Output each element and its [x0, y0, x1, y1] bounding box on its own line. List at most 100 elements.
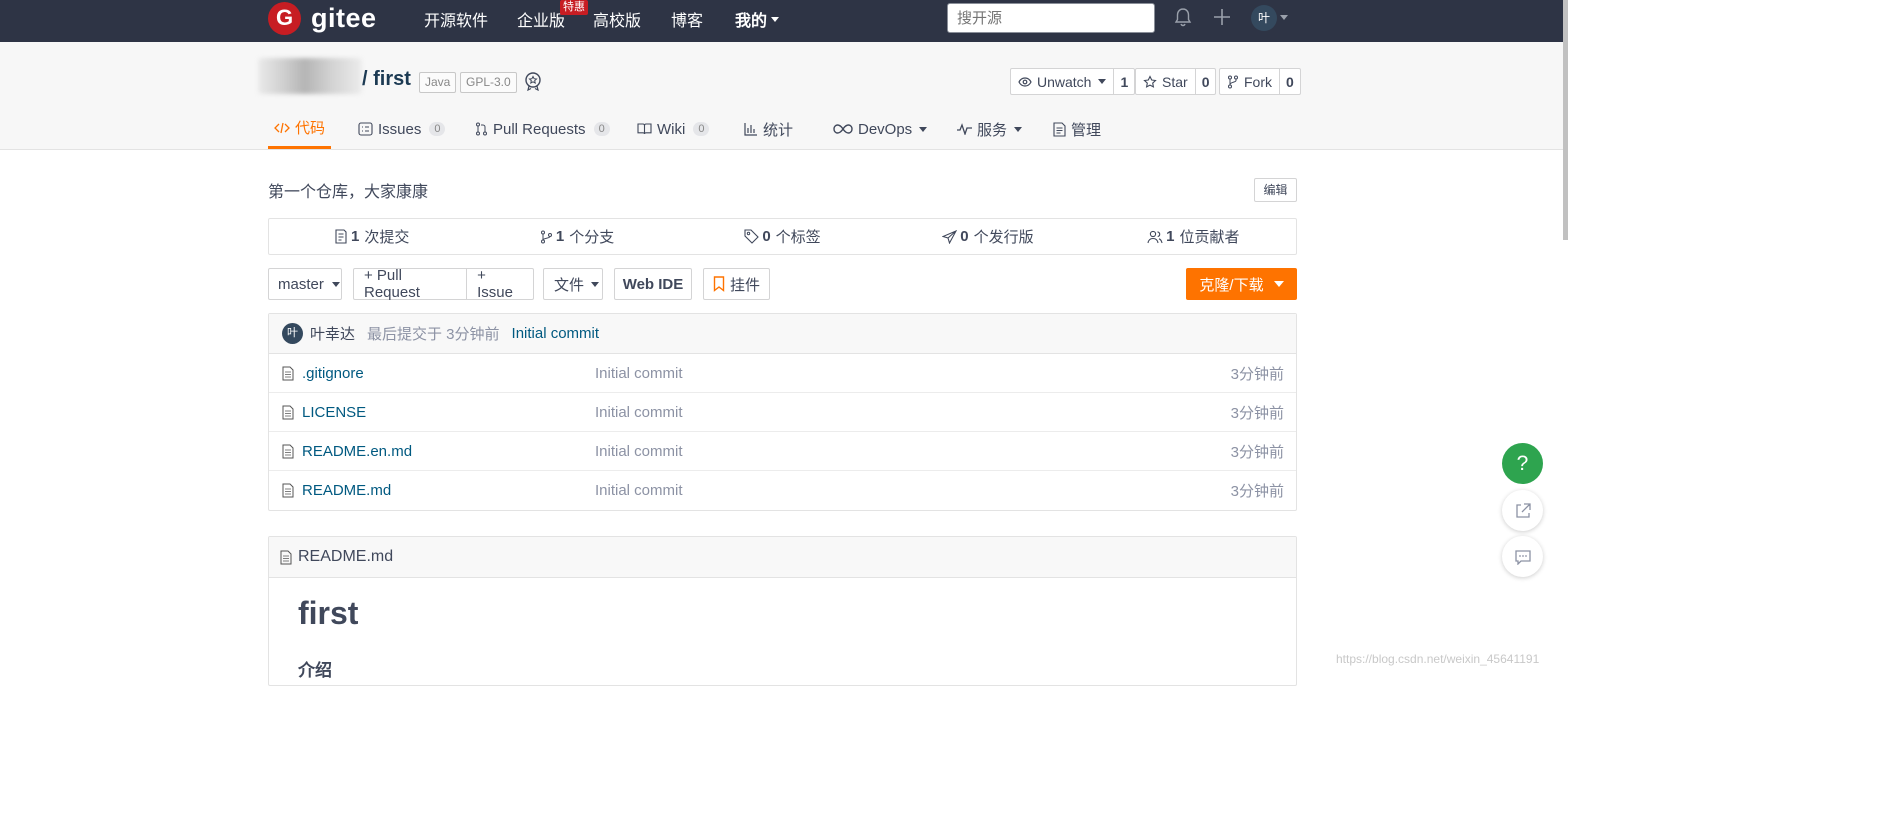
readme-header: README.md	[269, 537, 1296, 578]
share-button[interactable]	[1502, 490, 1543, 531]
file-row[interactable]: README.md Initial commit 3分钟前	[269, 471, 1296, 510]
tab-label: 代码	[295, 120, 326, 137]
chat-icon	[1514, 549, 1531, 565]
star-button-group: Star 0	[1135, 68, 1217, 95]
nav-blog[interactable]: 博客	[671, 0, 703, 38]
file-commit-message[interactable]: Initial commit	[595, 443, 683, 460]
send-icon	[942, 229, 958, 244]
chevron-down-icon	[919, 126, 928, 132]
clone-download-button[interactable]: 克隆/下载	[1186, 268, 1297, 300]
repo-name[interactable]: / first	[362, 68, 411, 91]
file-commit-message[interactable]: Initial commit	[595, 482, 683, 499]
search-input[interactable]	[947, 3, 1155, 33]
file-commit-message[interactable]: Initial commit	[595, 365, 683, 382]
file-name[interactable]: LICENSE	[302, 404, 366, 421]
fork-count[interactable]: 0	[1280, 69, 1300, 94]
widget-label: 挂件	[729, 276, 760, 294]
gitee-logo[interactable]: G gitee	[268, 0, 377, 36]
chevron-down-icon	[1098, 79, 1107, 84]
tab-pull-requests[interactable]: Pull Requests 0	[475, 109, 610, 149]
tags-count: 0	[762, 228, 771, 245]
star-count[interactable]: 0	[1196, 69, 1216, 94]
watch-count[interactable]: 1	[1114, 69, 1134, 94]
edit-description-button[interactable]: 编辑	[1254, 178, 1297, 202]
user-avatar[interactable]: 叶	[1251, 5, 1277, 31]
repo-description: 第一个仓库，大家康康	[268, 184, 429, 201]
fork-icon	[1228, 75, 1238, 88]
bell-icon[interactable]	[1172, 6, 1194, 28]
new-issue-button[interactable]: + Issue	[467, 267, 533, 301]
branch-select[interactable]: master	[268, 268, 342, 300]
fork-button-group: Fork 0	[1219, 68, 1301, 95]
contributors-stat[interactable]: 1 位贡献者	[1091, 219, 1296, 254]
file-commit-message[interactable]: Initial commit	[595, 404, 683, 421]
commit-author-avatar[interactable]: 叶	[282, 323, 303, 344]
fork-button[interactable]: Fork	[1220, 69, 1280, 94]
nav-label: 博客	[671, 13, 704, 30]
file-list: 叶 叶幸达 最后提交于 3分钟前 Initial commit .gitigno…	[268, 313, 1297, 511]
tab-issues[interactable]: Issues 0	[358, 109, 446, 149]
branches-count: 1	[555, 228, 565, 245]
top-navbar: G gitee 开源软件 企业版 特惠 高校版 博客 我的 叶	[0, 0, 1568, 42]
tab-label: 管理	[1071, 121, 1102, 139]
file-icon	[282, 444, 294, 459]
chevron-down-icon	[1014, 126, 1023, 132]
file-row[interactable]: README.en.md Initial commit 3分钟前	[269, 432, 1296, 471]
branches-stat[interactable]: 1 个分支	[474, 219, 679, 254]
nav-university[interactable]: 高校版	[593, 0, 641, 38]
commit-author[interactable]: 叶幸达	[310, 323, 355, 344]
unwatch-button[interactable]: Unwatch	[1011, 69, 1115, 94]
tab-services[interactable]: 服务	[957, 109, 1023, 149]
file-name[interactable]: .gitignore	[302, 365, 364, 382]
language-tag[interactable]: Java	[419, 72, 457, 93]
nav-label: 高校版	[593, 13, 642, 30]
feedback-button[interactable]	[1502, 536, 1543, 577]
tags-stat[interactable]: 0 个标签	[680, 219, 885, 254]
tag-icon	[744, 229, 760, 244]
new-pull-request-button[interactable]: + Pull Request	[354, 267, 468, 301]
readme-section-heading: 介绍	[298, 661, 332, 680]
nav-open-source[interactable]: 开源软件	[424, 0, 488, 38]
file-name[interactable]: README.en.md	[302, 443, 412, 460]
nav-mine[interactable]: 我的	[735, 0, 780, 38]
releases-stat[interactable]: 0 个发行版	[885, 219, 1090, 254]
file-row[interactable]: LICENSE Initial commit 3分钟前	[269, 393, 1296, 432]
tab-label: Wiki	[657, 120, 686, 138]
gitee-logo-mark: G	[268, 1, 301, 35]
web-ide-button[interactable]: Web IDE	[614, 268, 692, 300]
nav-enterprise[interactable]: 企业版	[517, 0, 565, 38]
commit-message[interactable]: Initial commit	[512, 325, 600, 342]
chevron-down-icon[interactable]	[1280, 15, 1288, 20]
files-dropdown[interactable]: 文件	[543, 268, 603, 300]
file-icon	[282, 366, 294, 381]
chevron-down-icon	[771, 16, 780, 22]
page-scrollbar[interactable]	[1563, 0, 1568, 240]
tab-label: Issues	[378, 120, 422, 138]
issues-count: 0	[429, 122, 446, 136]
branch-label: master	[278, 275, 324, 293]
file-icon	[282, 405, 294, 420]
star-button[interactable]: Star	[1136, 69, 1196, 94]
tab-manage[interactable]: 管理	[1053, 109, 1101, 149]
issues-icon	[358, 122, 373, 136]
tab-label: Pull Requests	[493, 120, 586, 138]
file-row[interactable]: .gitignore Initial commit 3分钟前	[269, 354, 1296, 393]
commits-stat[interactable]: 1 次提交	[269, 219, 474, 254]
tab-label: DevOps	[858, 120, 913, 138]
widget-button[interactable]: 挂件	[703, 268, 770, 300]
tab-wiki[interactable]: Wiki 0	[637, 109, 710, 149]
tab-devops[interactable]: DevOps	[833, 109, 928, 149]
file-name[interactable]: README.md	[302, 482, 391, 499]
bar-chart-icon	[744, 123, 757, 136]
tab-stats[interactable]: 统计	[744, 109, 793, 149]
chevron-down-icon	[591, 281, 600, 287]
settings-doc-icon	[1053, 121, 1066, 137]
license-tag[interactable]: GPL-3.0	[460, 72, 517, 93]
pr-issue-group: + Pull Request + Issue	[353, 267, 534, 301]
award-icon[interactable]	[523, 71, 543, 91]
unwatch-label: Unwatch	[1037, 73, 1092, 90]
plus-icon[interactable]	[1211, 6, 1233, 28]
readme-title: first	[298, 595, 359, 631]
help-button[interactable]: ?	[1502, 443, 1543, 484]
tab-code[interactable]: 代码	[268, 109, 332, 149]
